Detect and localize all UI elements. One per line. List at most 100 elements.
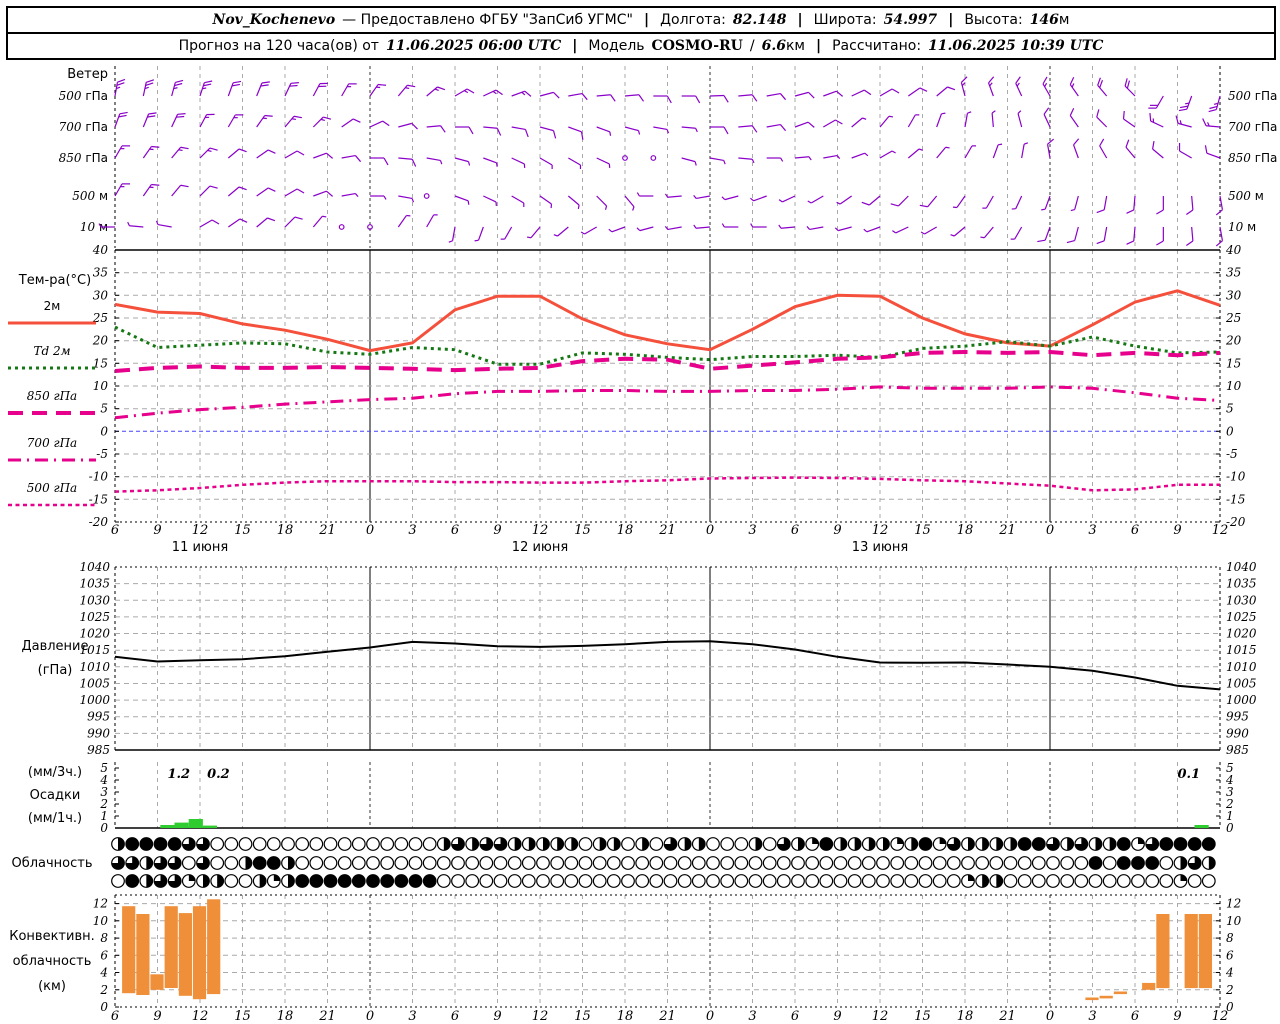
precip-left-label: (мм/1ч.) xyxy=(28,811,82,826)
pressure-ytick-left: 995 xyxy=(87,710,110,724)
precip-bar xyxy=(1194,825,1209,828)
pressure-ytick-left: 1020 xyxy=(79,627,110,641)
conv-xtick: 12 xyxy=(1212,1009,1229,1024)
pressure-ytick-right: 995 xyxy=(1226,710,1249,724)
pressure-ytick-right: 1000 xyxy=(1226,693,1257,707)
conv-xtick: 3 xyxy=(748,1009,756,1024)
convective-bar xyxy=(1156,914,1170,989)
convective-bar xyxy=(1198,914,1212,989)
temp-ytick-left: 5 xyxy=(100,402,108,416)
calculated-label: Рассчитано: xyxy=(832,38,922,54)
temp-xtick: 0 xyxy=(366,523,374,538)
wind-level-label: 10 м xyxy=(1228,220,1256,234)
temp-xtick: 21 xyxy=(658,523,676,538)
provider-text: — Предоставлено ФГБУ "ЗапСиб УГМС" xyxy=(342,12,633,28)
precip-left-label: Осадки xyxy=(30,788,81,803)
header-row-forecast: Прогноз на 120 часа(ов) от 11.06.2025 06… xyxy=(8,34,1274,58)
temp-xtick: 18 xyxy=(277,523,294,538)
wind-level-label: 500 гПа xyxy=(1228,89,1277,103)
convective-left-label: (км) xyxy=(38,979,66,994)
conv-xtick: 9 xyxy=(833,1009,841,1024)
pressure-ytick-right: 990 xyxy=(1226,726,1249,740)
conv-xtick: 21 xyxy=(998,1009,1016,1024)
wind-level-label: 850 гПа xyxy=(59,151,108,165)
temp-ytick-left: -10 xyxy=(89,470,109,484)
legend-label: 850 гПа xyxy=(27,389,77,403)
altitude-value: 146м xyxy=(1029,12,1070,28)
precip-annotation: 0.2 xyxy=(207,767,230,782)
temp-xtick: 3 xyxy=(1088,523,1096,538)
pressure-ytick-right: 1025 xyxy=(1226,610,1257,624)
conv-xtick: 15 xyxy=(234,1009,251,1024)
conv-xtick: 6 xyxy=(1131,1009,1139,1024)
conv-xtick: 0 xyxy=(706,1009,714,1024)
meteogram-page: Nov_Kochenevo — Предоставлено ФГБУ "ЗапС… xyxy=(0,0,1280,1024)
convective-bar xyxy=(1085,997,1099,1001)
conv-ytick-right: 6 xyxy=(1226,948,1234,962)
conv-xtick: 18 xyxy=(277,1009,294,1024)
legend-label: 700 гПа xyxy=(27,436,77,450)
temp-xtick: 9 xyxy=(493,523,501,538)
pressure-ytick-right: 1040 xyxy=(1226,560,1257,574)
pressure-ytick-left: 990 xyxy=(87,726,110,740)
temp-ytick-right: -15 xyxy=(1226,492,1245,506)
conv-xtick: 12 xyxy=(192,1009,209,1024)
temp-xtick: 12 xyxy=(872,523,889,538)
conv-xtick: 12 xyxy=(532,1009,549,1024)
conv-xtick: 18 xyxy=(617,1009,634,1024)
temp-xtick: 0 xyxy=(706,523,714,538)
wind-row-5 xyxy=(98,214,1224,247)
date-label: 13 июня xyxy=(852,540,908,555)
temp-xtick: 9 xyxy=(153,523,161,538)
legend-label: Td 2м xyxy=(33,344,70,358)
conv-xtick: 15 xyxy=(574,1009,591,1024)
conv-xtick: 21 xyxy=(318,1009,336,1024)
temp-ytick-left: -5 xyxy=(96,447,108,461)
temp-ytick-left: 0 xyxy=(100,424,108,438)
separator: | xyxy=(948,12,954,28)
conv-ytick-right: 12 xyxy=(1226,897,1241,911)
conv-ytick-left: 0 xyxy=(100,1000,108,1014)
pressure-ytick-left: 1035 xyxy=(79,577,110,591)
temp-ytick-right: -10 xyxy=(1226,470,1246,484)
precip-bar xyxy=(202,825,217,828)
wind-level-label: 500 гПа xyxy=(59,89,108,103)
convective-bar xyxy=(192,906,207,1000)
conv-xtick: 18 xyxy=(957,1009,974,1024)
temp-ytick-left: 40 xyxy=(92,243,109,257)
separator: | xyxy=(815,38,822,54)
convective-bar xyxy=(207,899,221,995)
temp-xtick: 21 xyxy=(318,523,336,538)
temp-xtick: 12 xyxy=(532,523,549,538)
precip-left-label: (мм/3ч.) xyxy=(28,765,82,780)
convective-bar xyxy=(1113,991,1127,995)
legend-label: 500 гПа xyxy=(27,481,77,495)
panel-pressure: Давление (гПа) 985 985 990 990 995 995 1000 1000 1… xyxy=(21,560,1256,757)
wind-level-label: 850 гПа xyxy=(1228,151,1277,165)
date-label: 12 июня xyxy=(512,540,568,555)
altitude-label: Высота: xyxy=(964,12,1023,28)
date-label: 11 июня xyxy=(172,540,228,555)
pressure-ytick-left: 1000 xyxy=(79,693,110,707)
temp-ytick-right: -5 xyxy=(1226,447,1238,461)
temp-xtick: 12 xyxy=(192,523,209,538)
station-name: Nov_Kochenevo xyxy=(212,12,336,28)
convective-bar xyxy=(1099,995,1113,999)
precip-ytick-right: 3 xyxy=(1226,785,1234,799)
conv-ytick-left: 8 xyxy=(100,931,108,945)
conv-xtick: 6 xyxy=(111,1009,119,1024)
conv-xtick: 12 xyxy=(872,1009,889,1024)
temp-xtick: 15 xyxy=(914,523,931,538)
temp-ytick-left: 15 xyxy=(93,356,108,370)
conv-xtick: 9 xyxy=(493,1009,501,1024)
pressure-ytick-right: 1020 xyxy=(1226,627,1257,641)
precip-annotation: 0.1 xyxy=(1178,767,1201,782)
conv-xtick: 3 xyxy=(1088,1009,1096,1024)
conv-ytick-right: 8 xyxy=(1226,931,1234,945)
temp-ytick-right: 25 xyxy=(1225,311,1241,325)
precip-ytick-left: 1 xyxy=(100,809,108,823)
pressure-ytick-left: 1025 xyxy=(79,610,110,624)
temp-panel-title: Тем-ра(°C) xyxy=(18,273,91,288)
conv-ytick-left: 10 xyxy=(93,914,109,928)
precip-bar xyxy=(174,822,189,828)
